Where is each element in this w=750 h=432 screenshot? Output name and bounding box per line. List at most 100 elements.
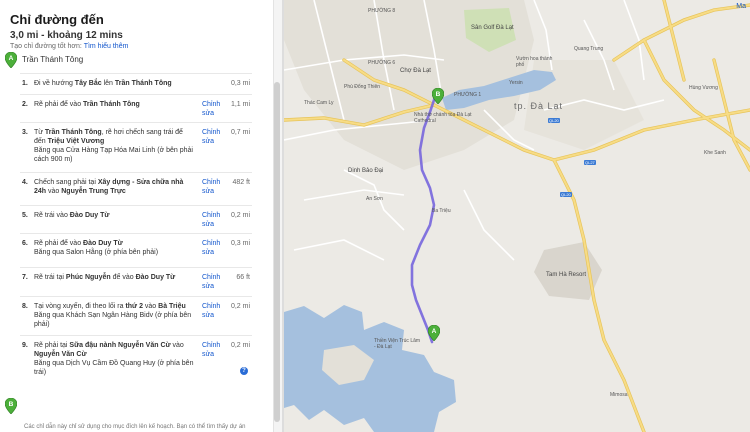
step-text-pre: Chếch sang phải tại — [34, 179, 98, 186]
direction-step[interactable]: 8. Tại vòng xuyến, đi theo lối ra thứ 2 v… — [20, 296, 252, 335]
step-number: 4. — [22, 179, 28, 186]
step-text-bold-1: Phúc Nguyễn — [65, 274, 111, 281]
direction-step[interactable]: 9. Rẽ phải tại Sữa đậu nành Nguyễn Văn Cừ… — [20, 335, 252, 379]
step-instruction: Rẽ phải để vào Đào Duy Từ Băng qua Salon … — [34, 239, 194, 257]
start-marker-letter: A — [9, 55, 14, 62]
step-distance: 0,2 mi — [230, 342, 250, 349]
step-text-bold-1: Tây Bắc — [74, 80, 102, 87]
edit-step-link[interactable]: Chỉnh sửa — [202, 100, 226, 118]
city-label: tp. Đà Lạt — [514, 101, 564, 111]
step-instruction: Rẽ trái tại Phúc Nguyễn để vào Đào Duy T… — [34, 273, 194, 282]
edit-step-link[interactable]: Chỉnh sửa — [202, 273, 226, 291]
step-list: 1. Đi về hướng Tây Bắc lên Trần Thánh Tôn… — [20, 73, 252, 379]
end-marker-icon: B — [5, 398, 17, 414]
step-number: 9. — [22, 342, 28, 349]
mimosa-label: Mimosa — [610, 392, 628, 398]
step-subtext: Băng qua Salon Hằng (ở phía bên phải) — [34, 249, 159, 256]
step-number: 3. — [22, 129, 28, 136]
direction-step[interactable]: 6. Rẽ phải để vào Đào Duy Từ Băng qua Salo… — [20, 233, 252, 267]
directions-title: Chỉ đường đến — [10, 12, 104, 27]
edit-step-link[interactable]: Chỉnh sửa — [202, 302, 226, 320]
edit-step-link[interactable]: Chỉnh sửa — [202, 178, 226, 196]
edit-step-link[interactable]: Chỉnh sửa — [202, 211, 226, 229]
step-instruction: Từ Trần Thánh Tông, rẽ hơi chếch sang tr… — [34, 128, 194, 164]
step-instruction: Đi về hướng Tây Bắc lên Trần Thánh Tông — [34, 79, 194, 88]
direction-step[interactable]: 7. Rẽ trái tại Phúc Nguyễn để vào Đào Duy… — [20, 267, 252, 296]
step-text-mid: vào — [142, 303, 159, 310]
step-distance: 0,3 mi — [230, 240, 250, 247]
edit-step-link[interactable]: Chỉnh sửa — [202, 239, 226, 257]
step-text-mid: vào — [46, 188, 62, 195]
step-text-bold-2: Nguyễn Văn Cừ — [34, 351, 87, 358]
golf-label: Sân Golf Đà Lạt — [471, 25, 514, 31]
highway-shield-ql20-south: QL20 — [560, 192, 572, 197]
step-distance: 0,2 mi — [230, 212, 250, 219]
flower-garden-label: Vườn hoa thành phố — [516, 56, 553, 68]
map-end-marker-icon[interactable]: B — [432, 88, 444, 104]
hint-text: Tạo chỉ đường tốt hơn: — [10, 43, 82, 50]
ward-label-8: PHƯỜNG 8 — [368, 8, 396, 14]
highway-shield-ql20: QL20 — [548, 118, 560, 123]
step-text-bold-1: Sữa đậu nành Nguyễn Văn Cừ — [69, 342, 171, 349]
step-text-bold-1: Trần Thánh Tông — [44, 129, 102, 136]
cathedral-label: Nhà thờ chánh tòa Đà Lạt Cathedral — [414, 112, 472, 124]
step-text-mid: để vào — [110, 274, 136, 281]
step-instruction: Rẽ phải để vào Trần Thánh Tông — [34, 100, 194, 109]
cam-ly-label: Thác Cam Ly — [304, 100, 334, 106]
step-text-pre: Từ — [34, 129, 45, 136]
map-top-link[interactable]: Ma — [736, 3, 746, 10]
quang-trung-label: Quang Trung — [574, 46, 604, 52]
bao-dai-palace-label: Dinh Bảo Đại — [348, 168, 384, 174]
edit-step-link[interactable]: Chỉnh sửa — [202, 128, 226, 146]
step-text-bold-1: thứ 2 — [125, 303, 143, 310]
direction-step[interactable]: 5. Rẽ trái vào Đào Duy Từ Chỉnh sửa 0,2 mi — [20, 205, 252, 233]
step-number: 2. — [22, 101, 28, 108]
step-subtext: Băng qua Dịch Vụ Cầm Đồ Quang Huy (ở phí… — [34, 360, 194, 376]
step-instruction: Rẽ trái vào Đào Duy Từ — [34, 211, 194, 220]
step-text-pre: Tại vòng xuyến, đi theo lối ra — [34, 303, 126, 310]
phu-dong-thien-label: Phù Đổng Thiên — [344, 84, 381, 90]
ward-label-1: PHƯỜNG 1 — [454, 92, 482, 98]
end-marker-letter: B — [9, 401, 14, 408]
direction-step[interactable]: 1. Đi về hướng Tây Bắc lên Trần Thánh Tôn… — [20, 73, 252, 94]
highway-shield-ql27: QL27 — [584, 160, 596, 165]
step-number: 8. — [22, 303, 28, 310]
start-location-name: Trần Thánh Tông — [22, 55, 84, 64]
map-end-marker-letter: B — [436, 91, 441, 98]
direction-step[interactable]: 4. Chếch sang phải tại Xây dựng - Sửa chữ… — [20, 172, 252, 205]
step-text-bold-2: Đào Duy Từ — [135, 274, 176, 281]
step-instruction: Chếch sang phải tại Xây dựng - Sửa chữa … — [34, 178, 194, 196]
step-text-bold-2: Bà Triệu — [158, 303, 186, 310]
direction-step[interactable]: 3. Từ Trần Thánh Tông, rẽ hơi chếch sang … — [20, 122, 252, 172]
step-distance: 66 ft — [236, 274, 250, 281]
step-distance: 0,2 mi — [230, 303, 250, 310]
map-view[interactable]: tp. Đà Lạt PHƯỜNG 8 PHƯỜNG 6 PHƯỜNG 1 Ch… — [284, 0, 750, 432]
step-number: 5. — [22, 212, 28, 219]
hint-line: Tạo chỉ đường tốt hơn: Tìm hiểu thêm — [10, 43, 270, 50]
step-text-bold-1: Trần Thánh Tông — [83, 101, 140, 108]
khe-sanh-label: Khe Sanh — [704, 150, 726, 156]
ward-label-6: PHƯỜNG 6 — [368, 60, 396, 66]
learn-more-link[interactable]: Tìm hiểu thêm — [84, 43, 129, 50]
step-text-pre: Rẽ trái tại — [34, 274, 66, 281]
map-start-marker-letter: A — [432, 328, 437, 335]
map-start-marker-icon[interactable]: A — [428, 325, 440, 341]
direction-step[interactable]: 2. Rẽ phải để vào Trần Thánh Tông Chỉnh sử… — [20, 94, 252, 122]
step-subtext: Băng qua Khách Sạn Ngân Hàng Bidv (ở phí… — [34, 312, 192, 328]
hung-vuong-label: Hùng Vương — [689, 85, 718, 91]
step-text-bold-1: Đào Duy Từ — [83, 240, 123, 247]
step-instruction: Rẽ phải tại Sữa đậu nành Nguyễn Văn Cừ v… — [34, 341, 194, 377]
step-subtext: Băng qua Cửa Hàng Tạp Hóa Mai Linh (ở bê… — [34, 147, 193, 163]
step-number: 1. — [22, 80, 28, 87]
panel-scrollbar-thumb[interactable] — [274, 82, 280, 422]
step-text-bold-2: Nguyễn Trung Trực — [61, 188, 126, 195]
step-text-pre: Rẽ phải tại — [34, 342, 70, 349]
step-text-pre: Đi về hướng — [34, 80, 75, 87]
help-icon[interactable]: ? — [240, 367, 248, 375]
market-label: Chợ Đà Lạt — [400, 68, 431, 74]
edit-step-link[interactable]: Chỉnh sửa — [202, 341, 226, 359]
directions-panel: Chỉ đường đến 3,0 mi - khoảng 12 mins Tạ… — [0, 0, 282, 432]
monastery-label: Thiền Viện Trúc Lâm - Đà Lạt — [374, 338, 421, 350]
step-text-bold-2: Triệu Việt Vương — [47, 138, 105, 145]
start-marker-icon: A — [5, 52, 17, 68]
